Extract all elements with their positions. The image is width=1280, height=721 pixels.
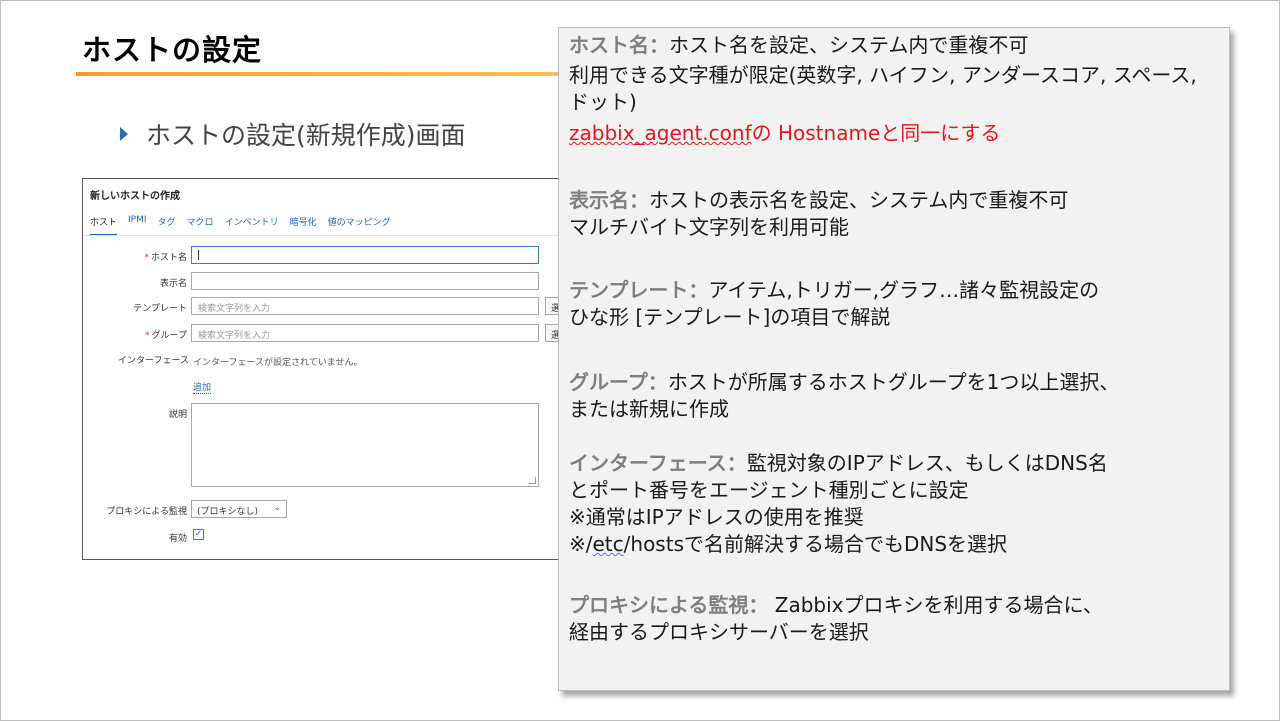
resize-grip-icon[interactable] [529,477,536,484]
description-label: 説明 [168,410,187,420]
description-textarea[interactable] [191,403,539,487]
callout-display: 表示名：ホストの表示名を設定、システム内で重複不可 マルチバイト文字列を利用可能 [569,188,1069,239]
host-term: ホスト名： [569,33,669,57]
add-interface-link[interactable]: 追加 [193,380,212,394]
bullet-point: ホストの設定(新規作成)画面 [120,116,466,152]
row-interfaces: インターフェース インターフェースが設定されていません。 [83,351,567,371]
template-label: テンプレート [133,304,187,314]
template-term: テンプレート： [569,278,709,302]
chevron-down-icon: ⌄ [273,503,281,513]
tab-host[interactable]: ホスト [90,215,118,236]
tab-macros[interactable]: マクロ [187,215,214,236]
enabled-label: 有効 [168,534,187,544]
tab-encryption[interactable]: 暗号化 [290,215,317,236]
host-name-input[interactable] [191,246,539,264]
row-display-name: 表示名 [83,272,567,292]
agent-conf-filename: zabbix_agent.conf [569,121,752,145]
slide-title: ホストの設定 [82,33,263,67]
display-name-input[interactable] [191,272,539,290]
tab-inventory[interactable]: インベントリ [225,215,279,236]
tab-value-mapping[interactable]: 値のマッピング [328,215,391,236]
group-label: * グループ [145,331,187,341]
row-proxy: プロキシによる監視 (プロキシなし) ⌄ [83,500,567,520]
proxy-term: プロキシによる監視： [569,593,769,617]
group-search-input[interactable]: 検索文字列を入力 [191,324,539,342]
group-term: グループ： [569,370,668,394]
enabled-checkbox[interactable]: ✓ [193,529,204,540]
title-underline [76,72,576,76]
row-add-interface: 追加 [83,376,567,396]
interface-empty-text: インターフェースが設定されていません。 [193,358,363,368]
checkmark-icon: ✓ [194,529,203,539]
callout-template: テンプレート：アイテム,トリガー,グラフ…諸々監視設定の ひな形 [テンプレート… [569,278,1100,329]
bullet-text: ホストの設定(新規作成)画面 [146,121,466,150]
tab-tags[interactable]: タグ [158,215,176,236]
row-description: 説明 [83,403,567,493]
callout-host: ホスト名：ホスト名を設定、システム内で重複不可 利用できる文字種が限定(英数字,… [569,33,1197,145]
row-host-name: * ホスト名 [83,246,567,266]
proxy-select[interactable]: (プロキシなし) ⌄ [191,500,287,518]
host-name-label: * ホスト名 [144,253,187,263]
proxy-label: プロキシによる監視 [106,507,187,517]
explanation-callout: ホスト名：ホスト名を設定、システム内で重複不可 利用できる文字種が限定(英数字,… [558,27,1230,691]
interface-label: インターフェース [117,356,189,366]
callout-proxy: プロキシによる監視： Zabbixプロキシを利用する場合に、 経由するプロキシサ… [569,593,1103,644]
row-groups: * グループ 検索文字列を入力 選 [83,324,567,344]
row-templates: テンプレート 検索文字列を入力 選 [83,297,567,317]
callout-group: グループ：ホストが所属するホストグループを1つ以上選択、 または新規に作成 [569,370,1120,421]
tab-divider [83,235,567,236]
interface-term: インターフェース： [569,451,747,475]
template-search-input[interactable]: 検索文字列を入力 [191,297,539,315]
triangle-bullet-icon [120,127,128,141]
callout-interface: インターフェース：監視対象のIPアドレス、もしくはDNS名 とポート番号をエージ… [569,451,1108,556]
tab-ipmi[interactable]: IPMI [128,215,147,236]
host-create-form: 新しいホストの作成 ホスト IPMI タグ マクロ インベントリ 暗号化 値のマ… [82,178,568,560]
row-enabled: 有効 ✓ [83,527,567,547]
form-title: 新しいホストの作成 [90,191,180,202]
form-tabs: ホスト IPMI タグ マクロ インベントリ 暗号化 値のマッピング [90,215,402,236]
display-name-label: 表示名 [159,279,187,289]
display-term: 表示名： [569,188,649,212]
